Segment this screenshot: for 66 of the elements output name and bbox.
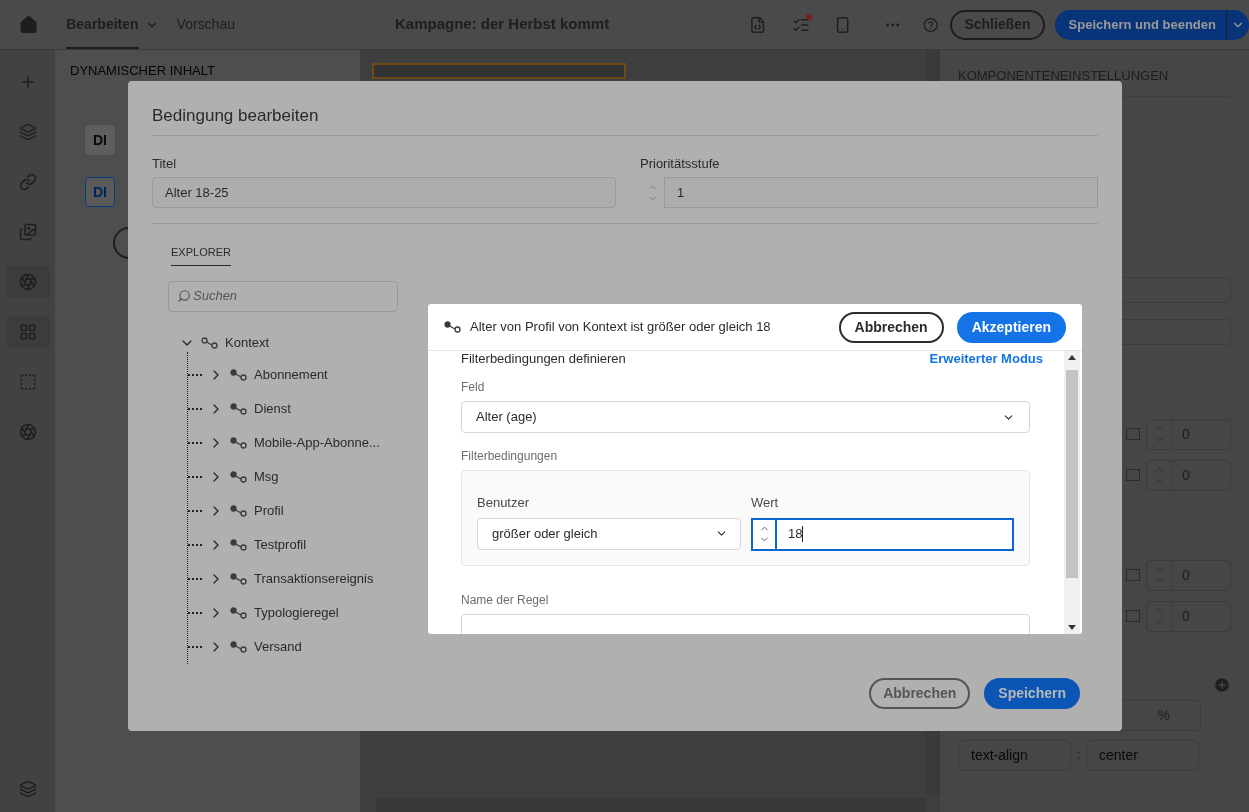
document-icon[interactable] — [749, 15, 767, 34]
tree-item[interactable]: Kontext — [225, 332, 270, 353]
spacing-icon — [1126, 569, 1140, 581]
connector-icon — [201, 336, 219, 349]
connector-icon — [230, 436, 248, 449]
cancel-button[interactable]: Abbrechen — [869, 678, 971, 709]
dashed-square-icon[interactable] — [18, 373, 37, 391]
connector-icon — [230, 572, 248, 585]
home-icon[interactable] — [19, 14, 39, 35]
section-title: Filterbedingungen definieren — [461, 351, 626, 369]
connector-icon — [230, 606, 248, 619]
cancel-button[interactable]: Abbrechen — [838, 311, 944, 343]
field-label: Titel — [152, 154, 178, 173]
field-label: Feld — [461, 379, 486, 396]
layers-icon[interactable] — [18, 780, 37, 798]
scrollbar[interactable] — [1064, 351, 1080, 634]
priority-field[interactable]: 1 — [664, 177, 1098, 208]
connector-icon — [230, 368, 248, 381]
spacing-icon — [1126, 610, 1140, 622]
field-label: Name der Regel — [461, 592, 550, 609]
add-icon[interactable] — [1213, 675, 1231, 694]
grid-icon[interactable] — [18, 323, 37, 341]
spacing-icon — [1126, 428, 1140, 440]
link-icon[interactable] — [18, 173, 37, 191]
field-label: Wert — [751, 494, 780, 512]
spacing-icon — [1126, 469, 1140, 481]
value-field[interactable]: 18 — [751, 517, 1014, 551]
tree-item[interactable]: Msg — [254, 466, 279, 487]
scroll-up-icon[interactable] — [1068, 355, 1076, 360]
connector-icon — [230, 640, 248, 653]
scroll-down-icon[interactable] — [1068, 625, 1076, 630]
field-label: Benutzer — [477, 494, 531, 512]
connector-icon — [230, 538, 248, 551]
tree-item[interactable]: Typologieregel — [254, 602, 339, 623]
separator: : — [1075, 746, 1082, 765]
dialog-title: Bedingung bearbeiten — [152, 103, 1098, 136]
help-icon[interactable] — [923, 16, 939, 33]
tree-item[interactable]: Dienst — [254, 398, 291, 419]
field-select[interactable]: Alter (age) — [461, 401, 1030, 433]
tree-item[interactable]: Transaktionsereignis — [254, 568, 374, 589]
tree-item[interactable]: Versand — [254, 636, 302, 657]
panel-heading: DYNAMISCHER INHALT — [70, 63, 216, 78]
connector-icon — [230, 402, 248, 415]
field-label: Filterbedingungen — [461, 448, 559, 465]
content-badge[interactable]: DI — [85, 125, 115, 155]
tree-item[interactable]: Testprofil — [254, 534, 307, 555]
condition-summary: Alter von Profil von Kontext ist größer oder gleich 18 — [470, 318, 771, 337]
scroll-thumb[interactable] — [1066, 370, 1078, 578]
save-button[interactable]: Speichern — [984, 678, 1080, 709]
images-icon[interactable] — [18, 223, 37, 241]
connector-icon — [230, 504, 248, 517]
tree-item[interactable]: Mobile-App-Abonne... — [254, 432, 380, 453]
search-icon — [177, 289, 191, 303]
operator-select[interactable]: größer oder gleich — [477, 517, 741, 550]
circle-icon[interactable] — [18, 423, 37, 441]
accept-button[interactable]: Akzeptieren — [956, 311, 1066, 343]
connector-icon — [444, 321, 462, 333]
connector-icon — [230, 470, 248, 483]
layers-icon[interactable] — [18, 123, 37, 141]
tree-item[interactable]: Profil — [254, 500, 284, 521]
explorer-tab[interactable]: EXPLORER — [171, 244, 231, 266]
tree-item[interactable]: Abonnement — [254, 364, 328, 385]
advanced-mode-link[interactable]: Erweiterter Modus — [929, 351, 1043, 369]
search-field[interactable]: Suchen — [168, 280, 398, 312]
field-label: Prioritätsstufe — [640, 154, 721, 173]
title-field[interactable]: Alter 18-25 — [152, 177, 616, 208]
